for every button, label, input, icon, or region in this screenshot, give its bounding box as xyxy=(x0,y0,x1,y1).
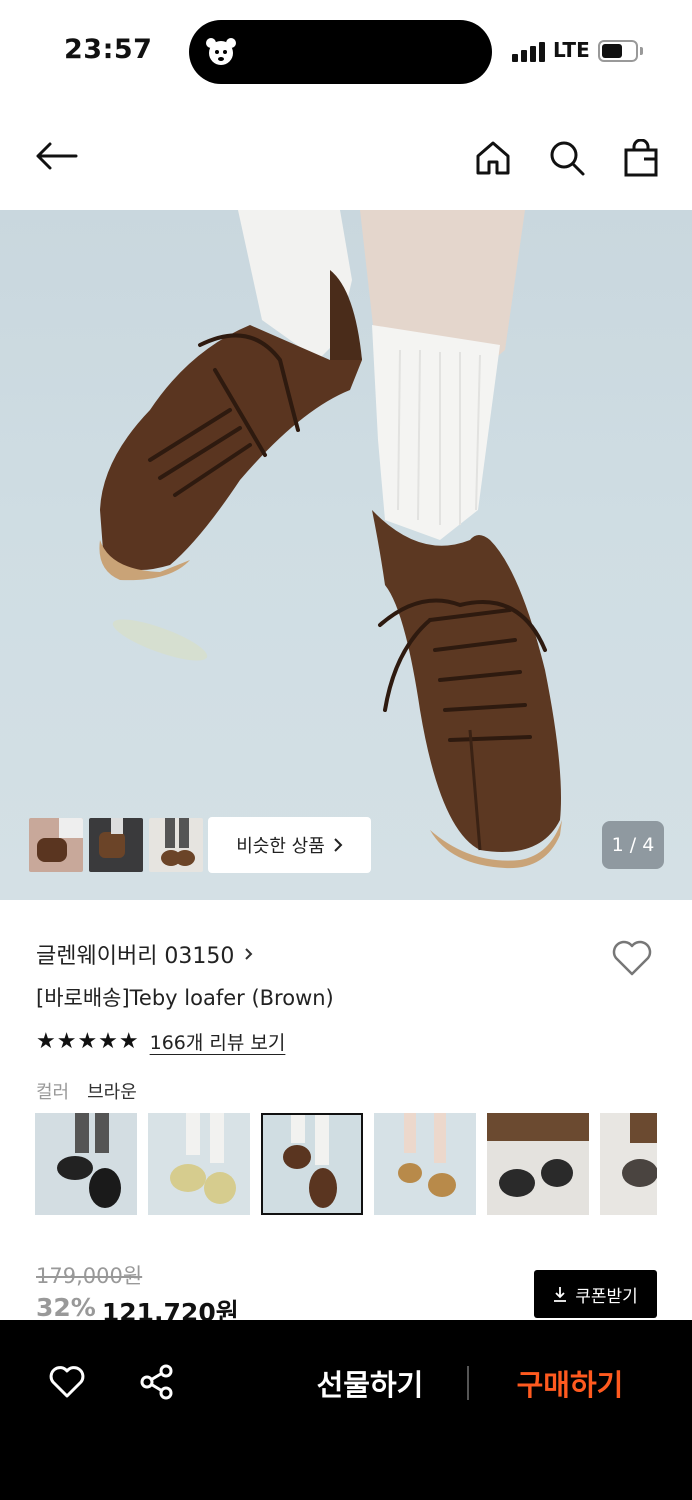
chevron-right-icon xyxy=(334,838,343,852)
gift-button[interactable]: 선물하기 xyxy=(290,1360,450,1406)
network-type: LTE xyxy=(553,38,590,62)
review-link[interactable]: 166개 리뷰 보기 xyxy=(150,1028,286,1055)
color-row: 컬러 브라운 xyxy=(36,1078,137,1104)
color-swatch-black[interactable] xyxy=(35,1113,137,1215)
home-button[interactable] xyxy=(469,134,517,182)
share-button[interactable] xyxy=(137,1362,177,1402)
battery-icon xyxy=(598,40,638,62)
dynamic-island xyxy=(189,20,492,84)
color-value: 브라운 xyxy=(87,1082,137,1103)
product-name: [바로배송]Teby loafer (Brown) xyxy=(36,986,334,1010)
back-button[interactable] xyxy=(32,132,80,180)
shopping-bag-icon xyxy=(624,139,658,177)
gallery-thumb-3[interactable] xyxy=(149,818,203,872)
bottom-action-bar: 선물하기 구매하기 xyxy=(0,1320,692,1500)
product-photo xyxy=(99,210,562,869)
similar-products-button[interactable]: 비슷한 상품 xyxy=(208,817,371,873)
chevron-right-icon xyxy=(245,948,253,960)
similar-products-label: 비슷한 상품 xyxy=(236,836,325,857)
thumb-image xyxy=(149,818,203,872)
download-icon xyxy=(554,1287,567,1302)
divider xyxy=(467,1366,469,1400)
status-bar: 23:57 LTE xyxy=(0,0,692,100)
gallery-thumb-1[interactable] xyxy=(29,818,83,872)
image-counter: 1 / 4 xyxy=(602,821,664,869)
wishlist-bottom-button[interactable] xyxy=(47,1362,87,1402)
wishlist-button[interactable] xyxy=(608,934,656,982)
star-rating: ★★★★★ xyxy=(36,1029,140,1054)
heart-icon xyxy=(49,1366,85,1398)
color-swatch-black-2[interactable] xyxy=(487,1113,589,1215)
cart-button[interactable] xyxy=(617,134,665,182)
color-swatch-beige[interactable] xyxy=(148,1113,250,1215)
heart-icon xyxy=(612,940,652,976)
search-icon xyxy=(550,141,585,176)
color-swatch-charcoal[interactable] xyxy=(600,1113,657,1215)
thumb-image xyxy=(89,818,143,872)
arrow-left-icon xyxy=(36,142,78,170)
rating-row: ★★★★★ 166개 리뷰 보기 xyxy=(36,1028,285,1055)
coupon-button[interactable]: 쿠폰받기 xyxy=(534,1270,657,1318)
color-label: 컬러 xyxy=(36,1082,70,1103)
product-main-image[interactable] xyxy=(0,210,692,900)
brand-link[interactable]: 글렌웨이버리 03150 xyxy=(36,938,253,970)
app-logo-icon xyxy=(206,38,236,65)
signal-icon xyxy=(512,40,546,62)
thumb-image xyxy=(29,818,83,872)
top-nav xyxy=(0,110,692,206)
search-button[interactable] xyxy=(543,134,591,182)
color-swatch-camel[interactable] xyxy=(374,1113,476,1215)
home-icon xyxy=(476,141,510,175)
color-swatch-brown[interactable] xyxy=(261,1113,363,1215)
brand-name: 글렌웨이버리 03150 xyxy=(36,944,235,969)
status-time: 23:57 xyxy=(64,34,153,65)
original-price: 179,000원 xyxy=(36,1264,143,1288)
color-swatch-list xyxy=(35,1113,657,1215)
buy-button[interactable]: 구매하기 xyxy=(490,1360,650,1406)
share-icon xyxy=(140,1364,173,1400)
coupon-label: 쿠폰받기 xyxy=(575,1286,638,1307)
gallery-thumb-2[interactable] xyxy=(89,818,143,872)
